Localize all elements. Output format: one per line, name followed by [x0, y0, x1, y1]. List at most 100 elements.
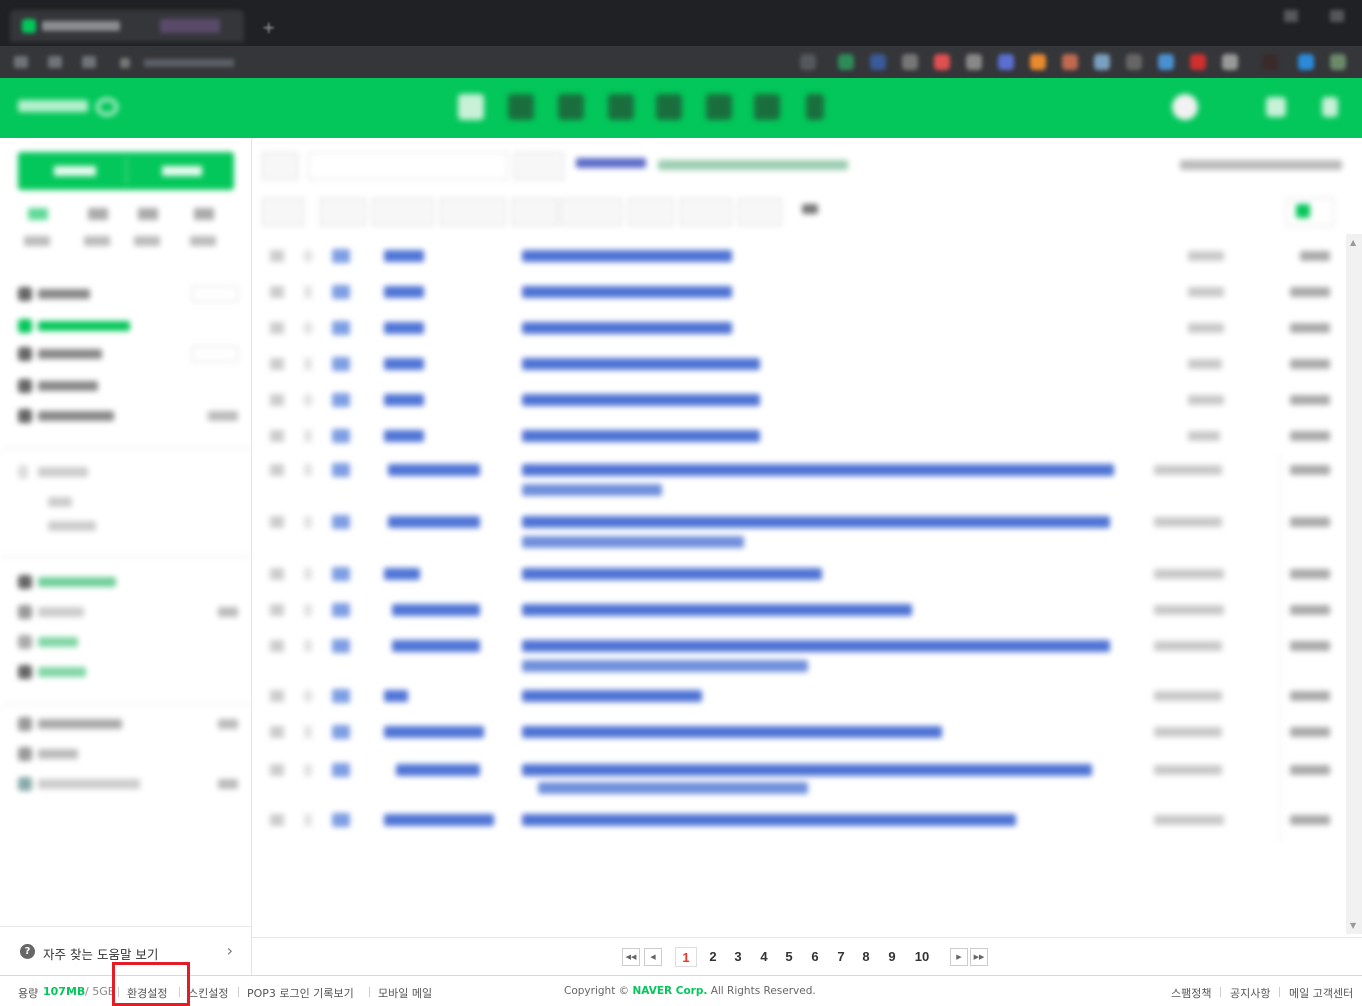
extension-icon[interactable] [1126, 54, 1142, 70]
back-icon[interactable] [14, 56, 28, 68]
copyright-brand[interactable]: NAVER Corp. [633, 985, 708, 997]
view-toggle[interactable] [1286, 198, 1334, 226]
app-icon[interactable] [608, 94, 634, 120]
naver-mail-logo[interactable] [18, 98, 122, 116]
forward-icon[interactable] [48, 56, 62, 68]
sidebar-item[interactable] [18, 318, 244, 334]
mark-button[interactable] [628, 198, 674, 226]
minimize-icon[interactable] [1284, 10, 1298, 22]
app-icon[interactable] [706, 94, 732, 120]
extension-icon[interactable] [934, 54, 950, 70]
stat-important[interactable] [82, 208, 112, 248]
tab-title [42, 21, 120, 31]
app-icon[interactable] [508, 94, 534, 120]
write-mail-button[interactable] [18, 152, 234, 190]
settings-icon[interactable] [1266, 97, 1286, 117]
delete-button[interactable] [320, 198, 366, 226]
notice-link[interactable]: 공지사항 [1230, 985, 1270, 1001]
spam-policy-link[interactable]: 스팸정책 [1171, 985, 1211, 1001]
profile-icon[interactable] [1298, 54, 1314, 70]
browser-tab[interactable] [10, 10, 244, 42]
page-link[interactable]: 8 [857, 947, 875, 967]
sidebar-item[interactable] [18, 346, 244, 362]
page-link[interactable]: 6 [806, 947, 824, 967]
filter-button[interactable] [738, 198, 782, 226]
page-link[interactable]: 10 [912, 947, 932, 967]
read-button[interactable] [262, 198, 304, 226]
close-window-icon[interactable] [1330, 10, 1344, 22]
sidebar-item[interactable] [18, 746, 244, 762]
app-icon[interactable] [754, 94, 780, 120]
select-all-checkbox[interactable] [262, 152, 298, 180]
extension-icon[interactable] [1030, 54, 1046, 70]
question-icon: ? [20, 944, 35, 959]
customer-center-link[interactable]: 메일 고객센터 [1289, 985, 1353, 1001]
mail-list-scrollbar[interactable]: ▲ ▼ [1346, 234, 1362, 934]
extension-icon[interactable] [870, 54, 886, 70]
page-link[interactable]: 3 [729, 947, 747, 967]
extension-icon[interactable] [966, 54, 982, 70]
scroll-down-icon[interactable]: ▼ [1350, 921, 1356, 930]
extension-icon[interactable] [1094, 54, 1110, 70]
more-button[interactable] [680, 198, 732, 226]
app-icon[interactable] [656, 94, 682, 120]
reply-button[interactable] [440, 198, 506, 226]
new-tab-icon[interactable]: + [262, 18, 276, 37]
sidebar-item[interactable] [18, 574, 244, 590]
sidebar-item[interactable] [18, 378, 244, 394]
page-link[interactable]: 2 [704, 947, 722, 967]
extension-icon[interactable] [1222, 54, 1238, 70]
sidebar-item[interactable] [18, 634, 244, 650]
reload-icon[interactable] [82, 56, 96, 68]
sidebar-item[interactable] [18, 408, 244, 424]
page-link[interactable]: 5 [780, 947, 798, 967]
page-link[interactable]: 4 [755, 947, 773, 967]
sidebar-item[interactable] [18, 464, 244, 480]
sidebar-item[interactable] [18, 518, 244, 534]
stat-tome[interactable] [188, 208, 218, 248]
sidebar-item[interactable] [18, 604, 244, 620]
page-link[interactable]: 7 [832, 947, 850, 967]
extension-icon[interactable] [1262, 54, 1278, 70]
address-bar[interactable] [120, 52, 780, 74]
toolbar-button[interactable] [514, 152, 564, 180]
avatar[interactable] [1172, 94, 1198, 120]
view-icon[interactable] [802, 204, 818, 214]
prev-page-button[interactable]: ◀ [644, 948, 662, 966]
first-page-button[interactable]: ◀◀ [622, 948, 640, 966]
extension-icon[interactable] [1190, 54, 1206, 70]
extension-icon[interactable] [1158, 54, 1174, 70]
extension-icon[interactable] [1062, 54, 1078, 70]
sidebar-item[interactable] [18, 286, 244, 302]
pop3-log-link[interactable]: POP3 로그인 기록보기 [247, 985, 354, 1001]
sidebar-item[interactable] [18, 494, 244, 510]
sidebar-item[interactable] [18, 664, 244, 680]
usage-used: 107MB [43, 985, 86, 998]
menu-icon[interactable] [1330, 54, 1346, 70]
scroll-up-icon[interactable]: ▲ [1350, 238, 1356, 247]
extension-icon[interactable] [902, 54, 918, 70]
skin-settings-link[interactable]: 스킨설정 [188, 985, 228, 1001]
sidebar-item[interactable] [18, 716, 244, 732]
move-button[interactable] [560, 198, 622, 226]
page-link[interactable]: 9 [883, 947, 901, 967]
stat-attachment[interactable] [132, 208, 162, 248]
forward-button[interactable] [512, 198, 558, 226]
menu-icon[interactable] [1322, 97, 1338, 117]
more-apps-icon[interactable] [806, 94, 824, 120]
pagination: ◀◀ ◀ 1 2 3 4 5 6 7 8 9 10 ▶ ▶▶ [252, 937, 1362, 975]
page-current[interactable]: 1 [675, 947, 697, 967]
extension-icon[interactable] [998, 54, 1014, 70]
extension-icon[interactable] [800, 54, 816, 70]
sidebar-item[interactable] [18, 776, 244, 792]
mobile-mail-link[interactable]: 모바일 메일 [378, 985, 432, 1001]
extension-icon[interactable] [838, 54, 854, 70]
stat-unread[interactable] [22, 208, 52, 248]
folder-select[interactable] [308, 152, 508, 180]
next-page-button[interactable]: ▶ [950, 948, 968, 966]
spam-button[interactable] [372, 198, 434, 226]
app-icon[interactable] [458, 94, 484, 120]
last-page-button[interactable]: ▶▶ [970, 948, 988, 966]
app-icon[interactable] [558, 94, 584, 120]
list-options[interactable] [1180, 160, 1342, 170]
